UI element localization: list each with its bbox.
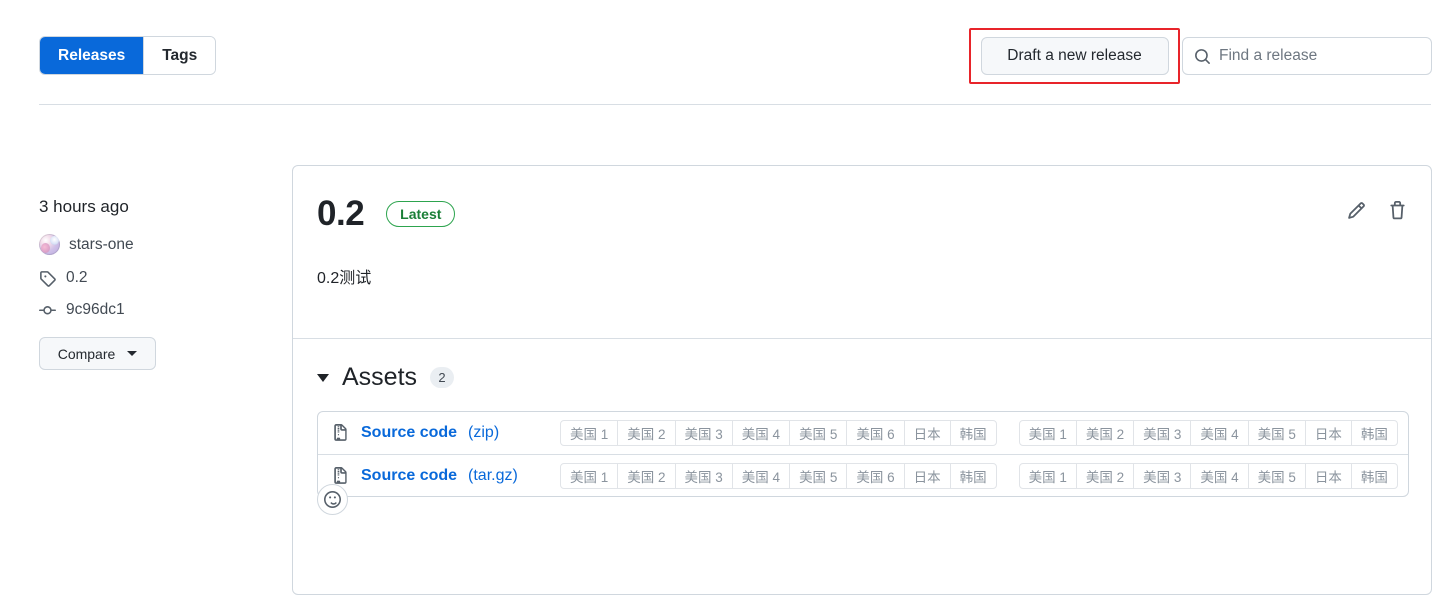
- asset-name-cell[interactable]: Source code (tar.gz): [332, 466, 560, 485]
- tab-releases[interactable]: Releases: [40, 37, 144, 74]
- release-author[interactable]: stars-one: [39, 234, 274, 255]
- find-release-search[interactable]: Find a release: [1182, 37, 1432, 75]
- search-icon: [1195, 48, 1210, 64]
- edit-release-button[interactable]: [1347, 201, 1366, 220]
- mirror-group-2: 美国 1 美国 2 美国 3 美国 4 美国 5 日本 韩国: [1018, 420, 1398, 446]
- release-tag-value: 0.2: [66, 269, 88, 286]
- release-date: 3 hours ago: [39, 197, 129, 216]
- mirror-group-2: 美国 1 美国 2 美国 3 美国 4 美国 5 日本 韩国: [1018, 462, 1398, 489]
- mirror-button[interactable]: 美国 1: [560, 420, 619, 446]
- mirror-button[interactable]: 美国 1: [1018, 462, 1077, 489]
- mirror-button[interactable]: 美国 2: [617, 462, 676, 489]
- table-row: Source code (zip) 美国 1 美国 2 美国 3 美国 4 美国…: [318, 412, 1408, 454]
- table-row: Source code (tar.gz) 美国 1 美国 2 美国 3 美国 4…: [318, 454, 1408, 496]
- release-actions: [1347, 201, 1407, 220]
- draft-new-release-label: Draft a new release: [1007, 47, 1142, 64]
- mirror-button[interactable]: 韩国: [1350, 420, 1398, 446]
- assets-list: Source code (zip) 美国 1 美国 2 美国 3 美国 4 美国…: [317, 411, 1409, 497]
- mirror-button[interactable]: 韩国: [949, 462, 997, 489]
- mirror-button[interactable]: 日本: [903, 420, 951, 446]
- release-tag-row[interactable]: 0.2: [39, 269, 274, 287]
- chevron-down-icon: [127, 351, 138, 356]
- release-commit-value: 9c96dc1: [66, 301, 125, 318]
- release-card-body: 0.2 Latest 0.2测试: [293, 166, 1431, 288]
- mirror-button[interactable]: 美国 5: [1247, 420, 1306, 446]
- smiley-icon: [324, 491, 341, 508]
- status-badge-label: Latest: [400, 206, 442, 222]
- mirror-groups: 美国 1 美国 2 美国 3 美国 4 美国 5 美国 6 日本 韩国 美国 1…: [560, 420, 1398, 446]
- mirror-button[interactable]: 美国 5: [789, 420, 848, 446]
- mirror-button[interactable]: 美国 2: [1075, 462, 1135, 489]
- commit-icon: [39, 305, 56, 314]
- delete-release-button[interactable]: [1388, 201, 1407, 220]
- release-commit-row[interactable]: 9c96dc1: [39, 301, 274, 319]
- mirror-button[interactable]: 美国 1: [560, 462, 619, 489]
- file-zip-icon: [334, 466, 347, 484]
- mirror-group-1: 美国 1 美国 2 美国 3 美国 4 美国 5 美国 6 日本 韩国: [560, 462, 997, 489]
- compare-label: Compare: [57, 345, 116, 362]
- mirror-button[interactable]: 美国 5: [789, 462, 848, 489]
- mirror-group-1: 美国 1 美国 2 美国 3 美国 4 美国 5 美国 6 日本 韩国: [560, 420, 997, 446]
- tab-tags-label: Tags: [162, 46, 198, 64]
- header-divider: [39, 104, 1431, 105]
- asset-extension[interactable]: (zip): [468, 424, 499, 442]
- assets-title: Assets: [342, 363, 418, 391]
- search-placeholder: Find a release: [1219, 47, 1318, 64]
- mirror-button[interactable]: 韩国: [949, 420, 997, 446]
- releases-tags-toggle: Releases Tags: [39, 36, 217, 75]
- mirror-button[interactable]: 美国 2: [617, 420, 676, 446]
- mirror-button[interactable]: 美国 3: [674, 420, 733, 446]
- assets-header[interactable]: Assets 2: [317, 363, 1409, 392]
- trash-icon: [1390, 201, 1405, 220]
- triangle-down-icon[interactable]: [317, 373, 329, 382]
- asset-link[interactable]: Source code: [361, 467, 457, 485]
- release-title-row: 0.2 Latest: [317, 194, 1407, 234]
- file-zip-icon: [334, 424, 347, 441]
- mirror-button[interactable]: 美国 4: [1190, 462, 1249, 489]
- release-card: 0.2 Latest 0.2测试 Assets 2 Source code (z…: [292, 165, 1432, 595]
- status-badge: Latest: [386, 201, 456, 227]
- mirror-button[interactable]: 美国 1: [1018, 420, 1077, 446]
- compare-button[interactable]: Compare: [39, 337, 156, 370]
- release-sidebar: 3 hours ago stars-one 0.2 9c96dc1 Compar…: [39, 196, 274, 370]
- release-title: 0.2: [317, 194, 365, 233]
- add-reaction-button[interactable]: [317, 484, 348, 515]
- tab-tags[interactable]: Tags: [144, 37, 216, 74]
- mirror-button[interactable]: 日本: [1304, 462, 1352, 489]
- asset-extension[interactable]: (tar.gz): [468, 467, 518, 485]
- mirror-button[interactable]: 美国 4: [731, 420, 791, 446]
- asset-name-cell[interactable]: Source code (zip): [332, 424, 560, 442]
- mirror-button[interactable]: 日本: [1304, 420, 1352, 446]
- asset-link[interactable]: Source code: [361, 424, 457, 442]
- mirror-groups: 美国 1 美国 2 美国 3 美国 4 美国 5 美国 6 日本 韩国 美国 1…: [560, 462, 1398, 489]
- card-divider: [293, 338, 1431, 339]
- mirror-button[interactable]: 美国 3: [1133, 420, 1192, 446]
- assets-count-badge: 2: [430, 367, 455, 388]
- mirror-button[interactable]: 美国 4: [731, 462, 791, 489]
- pencil-icon: [1348, 202, 1365, 219]
- releases-page: Releases Tags Draft a new release Find a…: [0, 0, 1451, 602]
- mirror-button[interactable]: 美国 6: [846, 420, 905, 446]
- mirror-button[interactable]: 美国 5: [1247, 462, 1306, 489]
- release-description: 0.2测试: [317, 270, 372, 287]
- author-name: stars-one: [69, 235, 134, 253]
- draft-release-highlight: Draft a new release: [969, 28, 1180, 84]
- mirror-button[interactable]: 美国 2: [1075, 420, 1135, 446]
- avatar: [39, 234, 60, 255]
- mirror-button[interactable]: 美国 4: [1190, 420, 1249, 446]
- tab-releases-label: Releases: [58, 46, 126, 64]
- mirror-button[interactable]: 美国 3: [674, 462, 733, 489]
- tag-icon: [40, 270, 56, 287]
- mirror-button[interactable]: 美国 6: [846, 462, 905, 489]
- assets-section: Assets 2 Source code (zip) 美国 1 美国 2 美国 …: [317, 363, 1409, 497]
- mirror-button[interactable]: 美国 3: [1133, 462, 1192, 489]
- mirror-button[interactable]: 韩国: [1350, 462, 1398, 489]
- mirror-button[interactable]: 日本: [903, 462, 951, 489]
- draft-new-release-button[interactable]: Draft a new release: [980, 37, 1169, 75]
- page-header: Releases Tags Draft a new release Find a…: [0, 0, 1451, 105]
